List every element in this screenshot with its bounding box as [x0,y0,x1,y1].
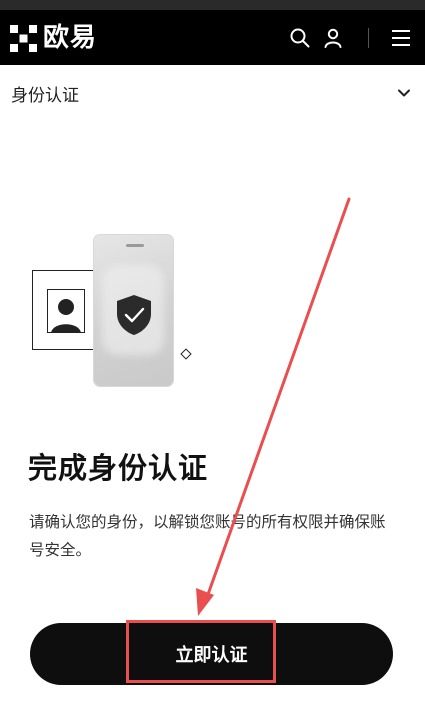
page-description: 请确认您的身份，以解锁您账号的所有权限并确保账号安全。 [29,513,386,559]
verify-now-label: 立即认证 [175,645,248,666]
verification-illustration [28,232,198,392]
identity-section-header[interactable]: 身份认证 [0,65,425,117]
diamond-icon [180,348,192,360]
hamburger-menu-icon[interactable] [390,27,412,49]
section-title: 身份认证 [11,86,79,106]
status-bar [0,0,425,10]
okx-logo-icon [10,25,37,52]
user-icon[interactable] [322,27,344,49]
chevron-down-icon[interactable] [396,85,412,101]
brand-name: 欧易 [43,23,98,53]
verify-now-button[interactable]: 立即认证 [30,623,393,685]
top-navigation-bar: 欧易 [0,10,425,65]
portrait-icon [47,289,85,333]
brand-logo[interactable]: 欧易 [10,25,97,52]
shield-check-icon [117,295,151,335]
page-heading: 完成身份认证 [28,451,209,485]
topbar-divider [368,28,369,48]
phone-notch [126,244,144,247]
search-icon[interactable] [289,27,311,49]
phone-illustration [94,235,173,386]
